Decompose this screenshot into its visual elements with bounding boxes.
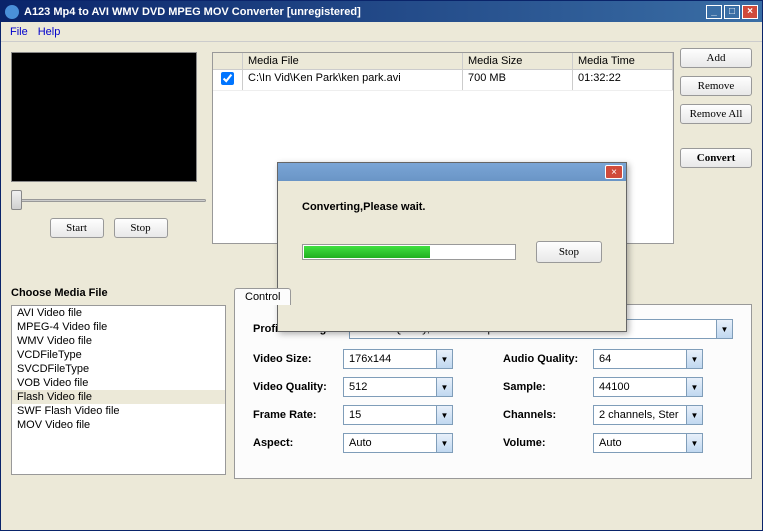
convert-button[interactable]: Convert — [680, 148, 752, 168]
chevron-down-icon: ▼ — [686, 350, 702, 368]
sample-label: Sample: — [503, 381, 593, 393]
chevron-down-icon: ▼ — [436, 434, 452, 452]
row-time: 01:32:22 — [573, 70, 673, 90]
table-header: Media File Media Size Media Time — [213, 53, 673, 70]
audio-quality-combo[interactable]: 64▼ — [593, 349, 703, 369]
slider-thumb[interactable] — [11, 190, 22, 210]
channels-label: Channels: — [503, 409, 593, 421]
preview-stop-button[interactable]: Stop — [114, 218, 168, 238]
preview-area: Start Stop — [11, 52, 206, 257]
dialog-stop-button[interactable]: Stop — [536, 241, 602, 263]
tab-control[interactable]: Control — [234, 288, 291, 305]
list-item[interactable]: AVI Video file — [12, 306, 225, 320]
left-settings: Video Size:176x144▼ Video Quality:512▼ F… — [253, 349, 483, 461]
choose-list[interactable]: AVI Video fileMPEG-4 Video fileWMV Video… — [11, 305, 226, 475]
list-item[interactable]: MOV Video file — [12, 418, 225, 432]
list-item[interactable]: SWF Flash Video file — [12, 404, 225, 418]
list-item[interactable]: WMV Video file — [12, 334, 225, 348]
choose-area: Choose Media File AVI Video fileMPEG-4 V… — [11, 287, 226, 479]
preview-start-button[interactable]: Start — [50, 218, 104, 238]
remove-button[interactable]: Remove — [680, 76, 752, 96]
converting-dialog: × Converting,Please wait. Stop — [277, 162, 627, 332]
frame-rate-label: Frame Rate: — [253, 409, 343, 421]
list-item[interactable]: SVCDFileType — [12, 362, 225, 376]
progress-bar — [302, 244, 516, 260]
chevron-down-icon: ▼ — [686, 406, 702, 424]
video-size-combo[interactable]: 176x144▼ — [343, 349, 453, 369]
chevron-down-icon: ▼ — [436, 406, 452, 424]
titlebar: A123 Mp4 to AVI WMV DVD MPEG MOV Convert… — [1, 1, 762, 22]
menu-file[interactable]: File — [5, 26, 33, 38]
chevron-down-icon: ▼ — [686, 378, 702, 396]
row-file: C:\In Vid\Ken Park\ken park.avi — [243, 70, 463, 90]
window-controls: _ □ × — [706, 5, 758, 19]
dialog-body: Converting,Please wait. Stop — [278, 181, 626, 273]
aspect-combo[interactable]: Auto▼ — [343, 433, 453, 453]
list-item[interactable]: Flash Video file — [12, 390, 225, 404]
add-button[interactable]: Add — [680, 48, 752, 68]
app-icon — [5, 5, 19, 19]
menubar: File Help — [1, 22, 762, 42]
dialog-close-button[interactable]: × — [605, 165, 623, 179]
volume-combo[interactable]: Auto▼ — [593, 433, 703, 453]
action-buttons: Add Remove Remove All Convert — [680, 48, 752, 257]
col-media-file-header: Media File — [243, 53, 463, 69]
list-item[interactable]: MPEG-4 Video file — [12, 320, 225, 334]
volume-label: Volume: — [503, 437, 593, 449]
dialog-message: Converting,Please wait. — [302, 201, 602, 213]
maximize-button[interactable]: □ — [724, 5, 740, 19]
chevron-down-icon: ▼ — [436, 378, 452, 396]
frame-rate-combo[interactable]: 15▼ — [343, 405, 453, 425]
setting-columns: Video Size:176x144▼ Video Quality:512▼ F… — [253, 349, 733, 461]
menu-help[interactable]: Help — [33, 26, 66, 38]
window-title: A123 Mp4 to AVI WMV DVD MPEG MOV Convert… — [24, 6, 706, 18]
chevron-down-icon: ▼ — [716, 320, 732, 338]
chevron-down-icon: ▼ — [436, 350, 452, 368]
preview-screen — [11, 52, 197, 182]
sample-combo[interactable]: 44100▼ — [593, 377, 703, 397]
row-size: 700 MB — [463, 70, 573, 90]
close-button[interactable]: × — [742, 5, 758, 19]
checkbox-input[interactable] — [221, 72, 234, 85]
choose-title: Choose Media File — [11, 287, 226, 299]
dialog-titlebar: × — [278, 163, 626, 181]
list-item[interactable]: VCDFileType — [12, 348, 225, 362]
col-check-header — [213, 53, 243, 69]
channels-combo[interactable]: 2 channels, Ster▼ — [593, 405, 703, 425]
content-area: Start Stop Media File Media Size Media T… — [1, 42, 762, 530]
right-settings: Audio Quality:64▼ Sample:44100▼ Channels… — [503, 349, 733, 461]
video-quality-combo[interactable]: 512▼ — [343, 377, 453, 397]
video-quality-label: Video Quality: — [253, 381, 343, 393]
dialog-bottom: Stop — [302, 241, 602, 263]
table-row[interactable]: C:\In Vid\Ken Park\ken park.avi 700 MB 0… — [213, 70, 673, 91]
row-checkbox[interactable] — [213, 70, 243, 90]
col-media-size-header: Media Size — [463, 53, 573, 69]
col-media-time-header: Media Time — [573, 53, 673, 69]
slider-track-line — [11, 199, 206, 202]
aspect-label: Aspect: — [253, 437, 343, 449]
preview-buttons: Start Stop — [11, 218, 206, 238]
list-item[interactable]: VOB Video file — [12, 376, 225, 390]
remove-all-button[interactable]: Remove All — [680, 104, 752, 124]
minimize-button[interactable]: _ — [706, 5, 722, 19]
main-window: A123 Mp4 to AVI WMV DVD MPEG MOV Convert… — [0, 0, 763, 531]
chevron-down-icon: ▼ — [686, 434, 702, 452]
seek-slider[interactable] — [11, 190, 206, 210]
progress-fill — [304, 246, 430, 258]
audio-quality-label: Audio Quality: — [503, 353, 593, 365]
video-size-label: Video Size: — [253, 353, 343, 365]
